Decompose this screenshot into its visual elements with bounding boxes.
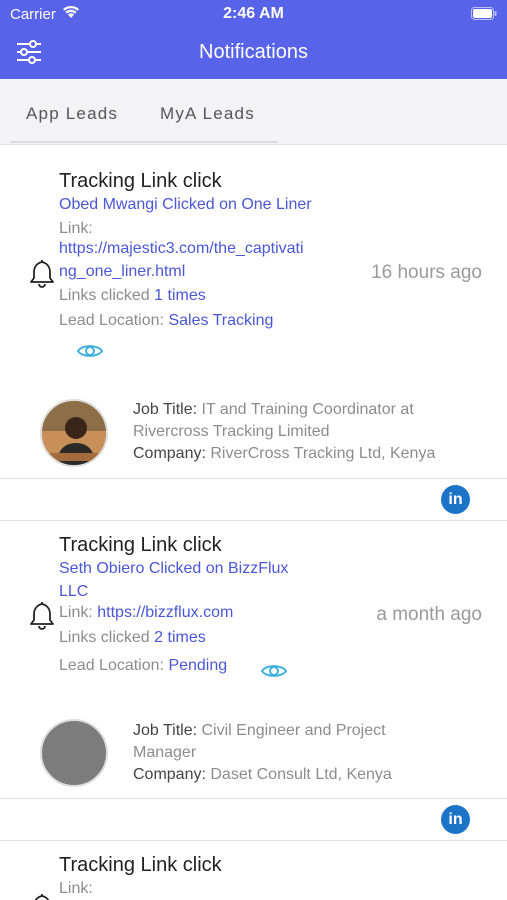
time-ago: 16 hours ago: [371, 262, 482, 283]
divider: [0, 798, 507, 799]
location-label: Lead Location:: [59, 312, 164, 329]
bell-icon: [29, 892, 55, 900]
lead-location: Lead Location: Pending: [59, 657, 227, 675]
links-clicked-label: Links clicked: [59, 287, 150, 304]
clicked-line-2: LLC: [59, 583, 89, 600]
link-url-line-1[interactable]: https://majestic3.com/the_captivati: [59, 240, 304, 258]
linkedin-icon[interactable]: in: [441, 805, 470, 834]
job-title-line-1: IT and Training Coordinator at: [201, 401, 414, 418]
nav-bar: Notifications: [0, 28, 507, 79]
company: Company: Daset Consult Ltd, Kenya: [133, 764, 392, 786]
lead-details: Job Title: Civil Engineer and Project Ma…: [133, 720, 392, 786]
job-title-label: Job Title:: [133, 722, 198, 739]
location-value: Pending: [168, 657, 228, 674]
tab-mya-leads[interactable]: MyA Leads: [160, 104, 255, 124]
job-title-line-2: Manager: [133, 744, 197, 761]
links-clicked-label: Links clicked: [59, 629, 150, 646]
notification-card[interactable]: Tracking Link click Obed Mwangi Clicked …: [0, 146, 507, 522]
battery-icon: [471, 7, 497, 25]
notification-heading: Tracking Link click: [59, 534, 222, 556]
clicked-line: Obed Mwangi Clicked on One Liner: [59, 196, 312, 213]
eye-icon[interactable]: [76, 342, 104, 365]
linkedin-icon[interactable]: in: [441, 485, 470, 514]
links-clicked-value: 2 times: [154, 629, 206, 646]
location-label: Lead Location:: [59, 657, 164, 674]
divider: [0, 840, 507, 841]
avatar: [40, 719, 108, 787]
link-url-line-2[interactable]: ng_one_liner.html: [59, 263, 185, 281]
notification-heading: Tracking Link click: [59, 854, 222, 876]
notification-card[interactable]: Tracking Link click Seth Obiero Clicked …: [0, 522, 507, 842]
divider: [0, 478, 507, 479]
links-clicked-value: 1 times: [154, 287, 206, 304]
tab-bar: App Leads MyA Leads: [0, 79, 507, 145]
clock: 2:46 AM: [223, 5, 284, 22]
link-url[interactable]: https://bizzflux.com: [97, 604, 233, 621]
avatar: [40, 399, 108, 467]
link-row: Link: https://bizzflux.com: [59, 604, 233, 622]
time-ago: a month ago: [376, 604, 482, 625]
link-label: Link:: [59, 880, 93, 897]
location-value: Sales Tracking: [168, 312, 274, 329]
company: Company: RiverCross Tracking Ltd, Kenya: [133, 443, 435, 465]
status-bar: Carrier 2:46 AM: [0, 0, 507, 28]
link-label: Link:: [59, 220, 93, 237]
company-value: RiverCross Tracking Ltd, Kenya: [210, 445, 436, 462]
clicked-line-1: Seth Obiero Clicked on BizzFlux: [59, 560, 289, 577]
job-title-label: Job Title:: [133, 401, 198, 418]
divider: [0, 520, 507, 521]
job-title: Job Title: IT and Training Coordinator a…: [133, 399, 435, 421]
tab-app-leads[interactable]: App Leads: [26, 104, 118, 124]
bell-icon: [29, 600, 55, 635]
notification-card[interactable]: Tracking Link click Link:: [0, 842, 507, 900]
company-label: Company:: [133, 445, 206, 462]
notification-heading: Tracking Link click: [59, 170, 222, 192]
job-title: Job Title: Civil Engineer and Project: [133, 720, 392, 742]
eye-icon[interactable]: [260, 662, 288, 685]
company-value: Daset Consult Ltd, Kenya: [210, 766, 392, 783]
links-clicked: Links clicked 2 times: [59, 629, 206, 647]
company-label: Company:: [133, 766, 206, 783]
lead-location: Lead Location: Sales Tracking: [59, 312, 273, 330]
links-clicked: Links clicked 1 times: [59, 287, 206, 305]
page-title: Notifications: [199, 41, 308, 63]
job-title-line-1: Civil Engineer and Project: [201, 722, 386, 739]
tab-indicator: [10, 141, 278, 143]
link-label: Link:: [59, 604, 93, 621]
lead-details: Job Title: IT and Training Coordinator a…: [133, 399, 435, 465]
bell-icon: [29, 258, 55, 293]
job-title-line-2: Rivercross Tracking Limited: [133, 423, 330, 440]
